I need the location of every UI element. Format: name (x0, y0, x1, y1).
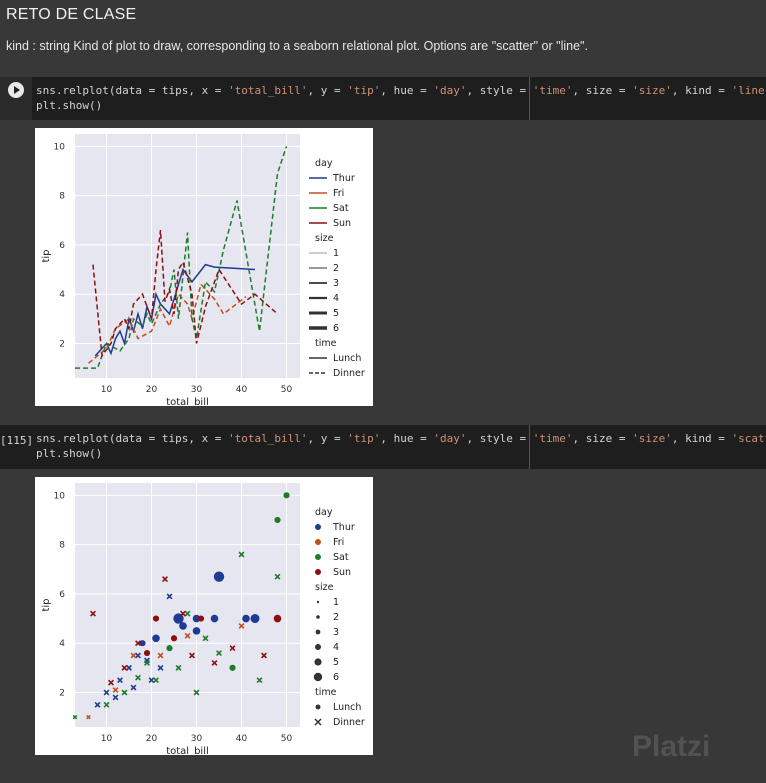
legend-title: time (315, 687, 337, 698)
legend-title: day (315, 507, 333, 518)
legend-swatch (315, 539, 321, 545)
legend-title: size (315, 582, 334, 593)
legend-label: Fri (333, 188, 344, 199)
legend-label: 3 (333, 278, 339, 289)
y-tick-label: 6 (59, 590, 65, 600)
x-tick-label: 40 (236, 734, 248, 744)
plot-area (75, 134, 300, 378)
legend-swatch (315, 569, 321, 575)
scatter-point (273, 614, 282, 623)
legend-label: 5 (333, 308, 339, 319)
code-editor[interactable]: sns.relplot(data = tips, x = 'total_bill… (36, 431, 766, 461)
legend-label: Lunch (333, 702, 361, 713)
run-cell-button[interactable] (8, 82, 24, 98)
legend-swatch (313, 672, 323, 682)
legend-label: Lunch (333, 353, 361, 364)
markdown-description: kind : string Kind of plot to draw, corr… (6, 39, 588, 53)
y-tick-label: 6 (59, 241, 65, 251)
y-axis-label: tip (41, 598, 52, 611)
y-tick-label: 10 (54, 491, 66, 501)
legend-label: 5 (333, 657, 339, 668)
y-tick-label: 8 (59, 541, 65, 551)
y-tick-label: 2 (59, 688, 65, 698)
legend-label: Dinner (333, 368, 365, 379)
x-tick-label: 50 (281, 385, 293, 395)
scatter-point (152, 634, 160, 643)
scatter-point (197, 615, 205, 622)
legend-title: time (315, 338, 337, 349)
platzi-watermark: Platzi (632, 730, 711, 763)
legend-label: 1 (333, 248, 339, 259)
line-plot-output: 10 20 30 40 50 2 4 6 8 10 total_bill tip day Thur Fri S… (35, 128, 373, 408)
scatter-chart: 10 20 30 40 50 2 4 6 8 10 total_bill tip day Thur Fri S… (41, 483, 365, 757)
scatter-point (242, 614, 250, 623)
legend-label: 4 (333, 642, 339, 653)
legend-swatch (315, 629, 321, 635)
scatter-point (210, 614, 219, 623)
code-cell-scatter[interactable]: [115] sns.relplot(data = tips, x = 'tota… (0, 425, 766, 469)
x-tick-label: 20 (146, 734, 158, 744)
legend-label: 2 (333, 612, 339, 623)
legend-label: Thur (332, 522, 355, 533)
legend-label: Thur (332, 173, 355, 184)
execution-count: [115] (0, 434, 34, 447)
legend-label: 6 (333, 323, 339, 334)
x-axis-label: total_bill (166, 397, 209, 406)
legend-label: Sun (333, 218, 351, 229)
legend-title: day (315, 158, 333, 169)
code-cell-line[interactable]: sns.relplot(data = tips, x = 'total_bill… (0, 77, 766, 120)
legend-label: Sun (333, 567, 351, 578)
scatter-point (143, 649, 151, 657)
legend-label: 3 (333, 627, 339, 638)
y-tick-label: 2 (59, 339, 65, 349)
scatter-point (166, 645, 173, 652)
legend-label: 2 (333, 263, 339, 274)
legend-label: Sat (333, 552, 349, 563)
legend-title: size (315, 233, 334, 244)
scatter-point (283, 492, 290, 499)
line-chart: 10 20 30 40 50 2 4 6 8 10 total_bill tip day Thur Fri S… (41, 134, 365, 408)
scatter-point (152, 615, 160, 622)
y-tick-label: 8 (59, 192, 65, 202)
x-tick-label: 50 (281, 734, 293, 744)
x-tick-label: 40 (236, 385, 248, 395)
scatter-point (229, 664, 236, 671)
x-tick-label: 20 (146, 385, 158, 395)
legend-swatch (315, 524, 321, 530)
legend-label: Sat (333, 203, 349, 214)
scatter-plot-output: 10 20 30 40 50 2 4 6 8 10 total_bill tip day Thur Fri S… (35, 477, 373, 757)
x-tick-label: 10 (101, 385, 113, 395)
scatter-point (250, 614, 260, 624)
x-tick-label: 30 (191, 734, 203, 744)
legend-swatch (315, 704, 321, 710)
legend-label: 4 (333, 293, 339, 304)
legend-swatch (314, 718, 322, 726)
y-tick-label: 4 (59, 639, 65, 649)
scatter-point (192, 627, 201, 635)
legend-label: 1 (333, 597, 339, 608)
y-tick-label: 4 (59, 290, 65, 300)
x-axis-label: total_bill (166, 746, 209, 755)
y-tick-label: 10 (54, 142, 66, 152)
legend-label: 6 (333, 672, 339, 683)
y-axis-label: tip (41, 249, 52, 262)
legend-swatch (315, 554, 321, 560)
scatter-point (274, 516, 281, 524)
x-tick-label: 30 (191, 385, 203, 395)
scatter-point (170, 635, 178, 642)
legend-label: Dinner (333, 717, 365, 728)
legend-swatch (315, 644, 321, 650)
x-tick-label: 10 (101, 734, 113, 744)
markdown-title: RETO DE CLASE (6, 6, 137, 23)
legend-label: Fri (333, 537, 344, 548)
legend-swatch (314, 658, 322, 666)
legend-swatch (316, 600, 320, 604)
scatter-point (213, 571, 225, 582)
legend-swatch (316, 615, 320, 619)
code-editor[interactable]: sns.relplot(data = tips, x = 'total_bill… (36, 83, 766, 113)
